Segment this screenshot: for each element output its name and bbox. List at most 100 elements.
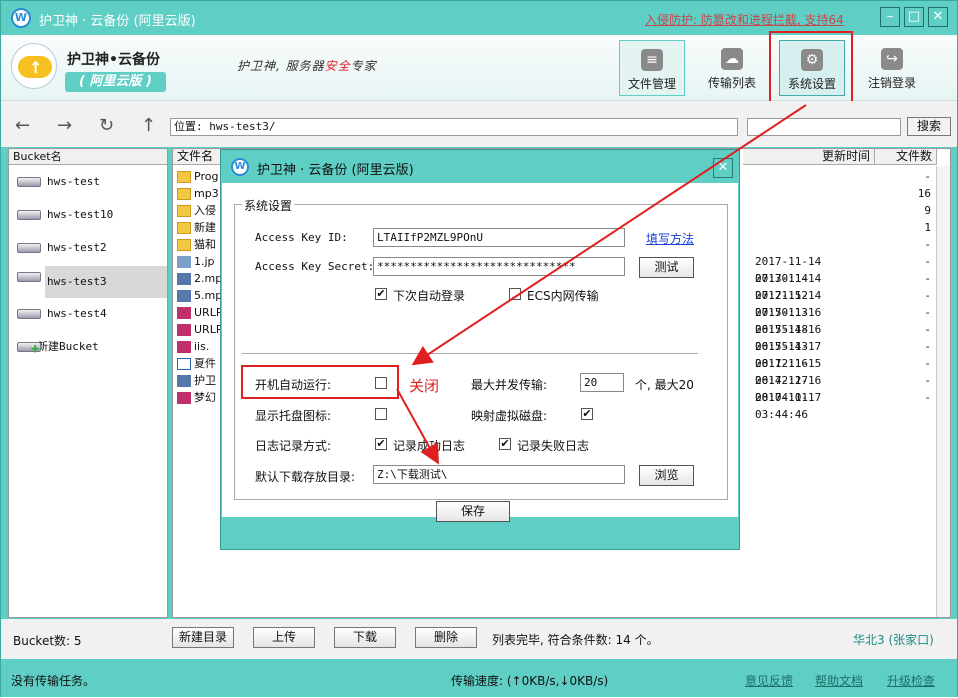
bucket-label: hws-test2 bbox=[47, 241, 107, 254]
file-row[interactable]: 护卫 bbox=[177, 372, 216, 389]
bucket-item[interactable]: hws-test10 bbox=[13, 204, 167, 226]
window-title: 护卫神 · 云备份 (阿里云版) bbox=[39, 14, 196, 29]
log-success-checkbox[interactable]: ✔ bbox=[375, 438, 387, 450]
forward-arrow-icon[interactable]: → bbox=[57, 115, 72, 136]
mp3-file-icon bbox=[177, 273, 191, 285]
file-row[interactable]: 2.mp bbox=[177, 270, 222, 287]
file-row[interactable]: Prog bbox=[177, 168, 218, 185]
column-header-time[interactable]: 更新时间 bbox=[743, 149, 875, 165]
feedback-link[interactable]: 意见反馈 bbox=[745, 672, 793, 689]
file-count: 1 bbox=[924, 221, 931, 234]
auto-login-checkbox[interactable]: ✔ bbox=[375, 288, 387, 300]
file-time: 2017-11-17 08:12:16 bbox=[755, 340, 822, 370]
file-time: 2017-11-14 07:50:13 bbox=[755, 289, 822, 319]
tray-icon-checkbox[interactable] bbox=[375, 408, 387, 420]
brand-name: 护卫神•云备份 bbox=[67, 52, 160, 68]
file-time: 2017-11-17 03:44:46 bbox=[755, 391, 822, 421]
rar-file-icon bbox=[177, 307, 191, 319]
file-row[interactable]: 1.jp bbox=[177, 253, 215, 270]
max-concurrent-label: 最大并发传输: bbox=[471, 378, 548, 392]
file-count: 9 bbox=[924, 204, 931, 217]
file-row[interactable]: 新建 bbox=[177, 219, 216, 236]
bucket-item[interactable]: hws-test bbox=[13, 171, 167, 193]
bucket-item[interactable]: hws-test2 bbox=[13, 237, 167, 259]
column-header-count[interactable]: 文件数 bbox=[875, 149, 937, 165]
disk-icon bbox=[17, 272, 41, 282]
folder-icon bbox=[177, 222, 191, 234]
bucket-column-header[interactable]: Bucket名 bbox=[9, 149, 167, 165]
file-count: 16 bbox=[917, 187, 931, 200]
list-status: 列表完毕, 符合条件数: 14 个。 bbox=[492, 633, 659, 647]
file-count: - bbox=[924, 306, 931, 319]
search-button[interactable]: 搜索 bbox=[907, 117, 951, 136]
file-row[interactable]: 5.mp bbox=[177, 287, 222, 304]
file-row[interactable]: 夏件 bbox=[177, 355, 216, 372]
file-row[interactable]: URLR bbox=[177, 321, 223, 338]
close-button[interactable]: ✕ bbox=[928, 7, 948, 27]
column-header-name[interactable]: 文件名 bbox=[173, 149, 221, 165]
vertical-scrollbar[interactable] bbox=[936, 166, 950, 617]
upload-button[interactable]: 上传 bbox=[253, 627, 315, 648]
doc-file-icon bbox=[177, 358, 191, 370]
access-key-id-field[interactable]: LTAIIfP2MZL9POnU bbox=[373, 228, 625, 247]
browse-button[interactable]: 浏览 bbox=[639, 465, 694, 486]
file-row[interactable]: mp3 bbox=[177, 185, 219, 202]
slogan-prefix: 护卫神, 服务器 bbox=[237, 59, 325, 73]
dialog-logo-icon: W bbox=[231, 158, 249, 176]
disk-icon bbox=[17, 243, 41, 253]
back-arrow-icon[interactable]: ← bbox=[15, 115, 30, 136]
log-fail-checkbox[interactable]: ✔ bbox=[499, 438, 511, 450]
minimize-button[interactable]: – bbox=[880, 7, 900, 27]
access-key-secret-field[interactable]: ****************************** bbox=[373, 257, 625, 276]
file-time bbox=[755, 219, 871, 236]
delete-button[interactable]: 删除 bbox=[415, 627, 477, 648]
up-arrow-icon[interactable]: ↑ bbox=[141, 115, 156, 136]
maximize-button[interactable]: □ bbox=[904, 7, 924, 27]
annotation-text: 关闭 bbox=[409, 377, 440, 395]
disk-icon bbox=[17, 177, 41, 187]
ecs-intranet-checkbox[interactable] bbox=[509, 288, 521, 300]
download-button[interactable]: 下载 bbox=[334, 627, 396, 648]
new-folder-button[interactable]: 新建目录 bbox=[172, 627, 234, 648]
location-field[interactable]: 位置: hws-test3/ bbox=[170, 118, 738, 136]
file-row[interactable]: 梦幻 bbox=[177, 389, 216, 406]
dialog-body: 系统设置 Access Key ID: LTAIIfP2MZL9POnU 填写方… bbox=[222, 183, 738, 522]
help-docs-link[interactable]: 帮助文档 bbox=[815, 672, 863, 689]
mp3-file-icon bbox=[177, 375, 191, 387]
help-fill-link[interactable]: 填写方法 bbox=[646, 230, 694, 247]
dialog-close-icon[interactable]: ✕ bbox=[713, 158, 733, 178]
rar-file-icon bbox=[177, 324, 191, 336]
file-row[interactable]: 入侵 bbox=[177, 202, 216, 219]
download-dir-field[interactable]: Z:\下载测试\ bbox=[373, 465, 625, 484]
file-row[interactable]: 猫和 bbox=[177, 236, 216, 253]
file-time: 2017-11-14 07:21:52 bbox=[755, 272, 822, 302]
bucket-item-selected[interactable]: hws-test3 bbox=[45, 266, 167, 298]
file-count: - bbox=[924, 238, 931, 251]
update-check-link[interactable]: 升级检查 bbox=[887, 672, 935, 689]
bucket-item[interactable]: hws-test4 bbox=[13, 303, 167, 325]
bucket-item-icon-holder[interactable] bbox=[13, 266, 49, 288]
new-bucket-item[interactable]: + 新建Bucket bbox=[13, 336, 167, 358]
save-button[interactable]: 保存 bbox=[436, 501, 510, 522]
file-row[interactable]: iis. bbox=[177, 338, 209, 355]
file-row[interactable]: URLR bbox=[177, 304, 223, 321]
file-count: - bbox=[924, 272, 931, 285]
promo-link[interactable]: 入侵防护: 防篡改和进程拦截, 支持64 bbox=[645, 11, 844, 28]
file-time: 2017-11-16 08:04:01 bbox=[755, 374, 822, 404]
tool-transfer-list-button[interactable]: ☁ 传输列表 bbox=[699, 40, 765, 96]
refresh-icon[interactable]: ↻ bbox=[99, 115, 114, 136]
dialog-title: 护卫神 · 云备份 (阿里云版) bbox=[257, 163, 414, 178]
tool-file-manager-button[interactable]: ≡ 文件管理 bbox=[619, 40, 685, 96]
max-concurrent-field[interactable]: 20 bbox=[580, 373, 624, 392]
file-name: 梦幻 bbox=[194, 391, 216, 404]
search-input[interactable] bbox=[747, 118, 901, 136]
test-button[interactable]: 测试 bbox=[639, 257, 694, 278]
region-label[interactable]: 华北3 (张家口) bbox=[853, 631, 934, 648]
new-bucket-label: 新建Bucket bbox=[37, 340, 99, 353]
tool-logout-button[interactable]: ↪ 注销登录 bbox=[859, 40, 925, 96]
logout-icon: ↪ bbox=[881, 48, 903, 70]
disk-icon bbox=[17, 210, 41, 220]
title-bar[interactable]: W 护卫神 · 云备份 (阿里云版) 入侵防护: 防篡改和进程拦截, 支持64 … bbox=[1, 1, 957, 35]
slogan: 护卫神, 服务器安全专家 bbox=[237, 57, 377, 74]
mount-disk-checkbox[interactable]: ✔ bbox=[581, 408, 593, 420]
